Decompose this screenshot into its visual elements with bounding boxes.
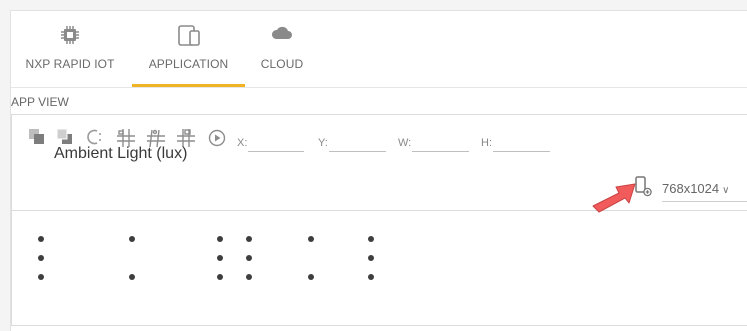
resize-handle[interactable]	[246, 274, 252, 280]
resolution-value: 768x1024	[662, 181, 720, 196]
tab-application[interactable]: APPLICATION	[132, 11, 245, 87]
resize-handle[interactable]	[368, 274, 374, 280]
tab-label: CLOUD	[260, 57, 304, 71]
chevron-down-icon: ∨	[722, 185, 730, 196]
cloud-icon	[271, 25, 293, 46]
resize-handle[interactable]	[308, 274, 314, 280]
resize-handle[interactable]	[308, 236, 314, 242]
resize-handle[interactable]	[217, 236, 223, 242]
widget-label[interactable]: Ambient Light (lux)	[54, 145, 187, 163]
resize-handle[interactable]	[129, 274, 135, 280]
play-icon[interactable]	[207, 128, 229, 150]
h-label: H:	[481, 137, 492, 149]
main-panel: NXP RAPID IOT APPLICATION CLOUD APP VIEW	[10, 10, 747, 331]
y-input[interactable]	[329, 151, 386, 152]
tab-nxp-rapid-iot[interactable]: NXP RAPID IOT	[11, 11, 129, 87]
chip-icon	[60, 25, 80, 50]
resize-handle[interactable]	[217, 255, 223, 261]
resize-handle[interactable]	[38, 255, 44, 261]
h-input[interactable]	[493, 151, 550, 152]
resize-handle[interactable]	[217, 274, 223, 280]
w-label: W:	[398, 137, 412, 149]
resize-handle[interactable]	[368, 255, 374, 261]
resize-handle[interactable]	[38, 274, 44, 280]
resize-handle[interactable]	[129, 236, 135, 242]
resize-handle[interactable]	[38, 236, 44, 242]
bring-forward-icon[interactable]	[28, 128, 50, 150]
annotation-arrow-icon	[589, 176, 645, 221]
tab-label: APPLICATION	[148, 57, 229, 71]
tab-divider	[11, 87, 747, 88]
tab-label: NXP RAPID IOT	[25, 57, 115, 71]
resolution-underline	[662, 201, 747, 202]
app-view-title: APP VIEW	[11, 95, 69, 109]
tab-bar: NXP RAPID IOT APPLICATION CLOUD	[11, 11, 747, 87]
devices-icon	[177, 25, 201, 52]
app-canvas[interactable]	[12, 212, 747, 326]
y-label: Y:	[318, 137, 328, 149]
w-input[interactable]	[412, 151, 469, 152]
resolution-select[interactable]: 768x1024 ∨	[662, 181, 729, 196]
x-input[interactable]	[248, 151, 304, 152]
x-label: X:	[237, 137, 248, 149]
resize-handle[interactable]	[368, 236, 374, 242]
tab-cloud[interactable]: CLOUD	[251, 11, 313, 87]
resize-handle[interactable]	[246, 236, 252, 242]
resize-handle[interactable]	[246, 255, 252, 261]
